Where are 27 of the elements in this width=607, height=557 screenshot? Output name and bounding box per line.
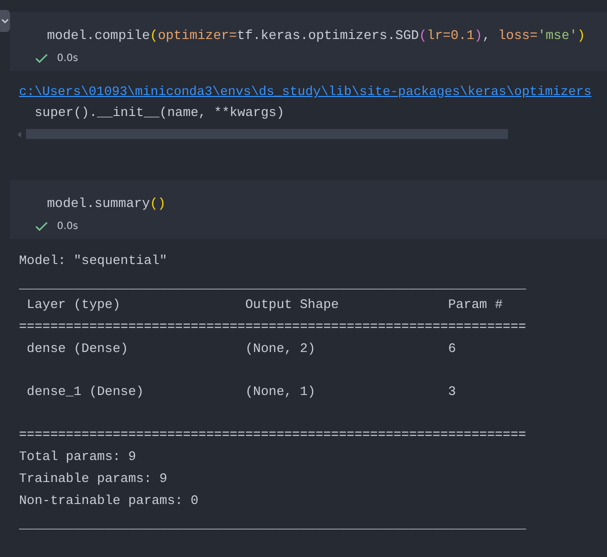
scrollbar-thumb[interactable] [26, 129, 508, 139]
column-header: Layer (type) [26, 296, 122, 314]
params-line: Trainable params: 9 [19, 470, 168, 488]
column-header: Output Shape [245, 296, 340, 314]
code-line: model.summary() [47, 195, 167, 213]
table-cell-text: dense_1 (Dense) [26, 383, 145, 401]
execution-time: 0.0s [57, 52, 78, 64]
table-cell-text: (None, 2) [245, 340, 316, 358]
output-line: super().__init__(name, **kwargs) [34, 104, 286, 122]
rule-line: ================================================================= [19, 426, 528, 444]
table-cell-text: dense (Dense) [26, 340, 130, 358]
model-title: Model: "sequential" [19, 252, 168, 270]
rule-line: ================================================================= [19, 318, 528, 336]
scroll-left-icon[interactable] [17, 130, 22, 138]
table-cell-text: (None, 1) [245, 383, 316, 401]
table-cell-text: 3 [448, 383, 456, 401]
rule-line: _________________________________________________________________ [19, 276, 528, 294]
collapse-button[interactable] [0, 10, 10, 32]
chevron-down-icon [1, 18, 9, 24]
table-cell-text: 6 [448, 340, 456, 358]
params-line: Total params: 9 [19, 448, 138, 466]
rule-line: _________________________________________________________________ [19, 516, 528, 534]
file-path-link[interactable]: c:\Users\01093\miniconda3\envs\ds_study\lib\site-packages\keras\optimizers [19, 81, 607, 102]
params-line: Non-trainable params: 0 [19, 492, 200, 510]
execution-time: 0.0s [57, 220, 78, 232]
code-line: model.compile(optimizer=tf.keras.optimizers.SGD(lr=0.1), loss='mse') [47, 27, 586, 45]
column-header: Param # [448, 296, 503, 314]
